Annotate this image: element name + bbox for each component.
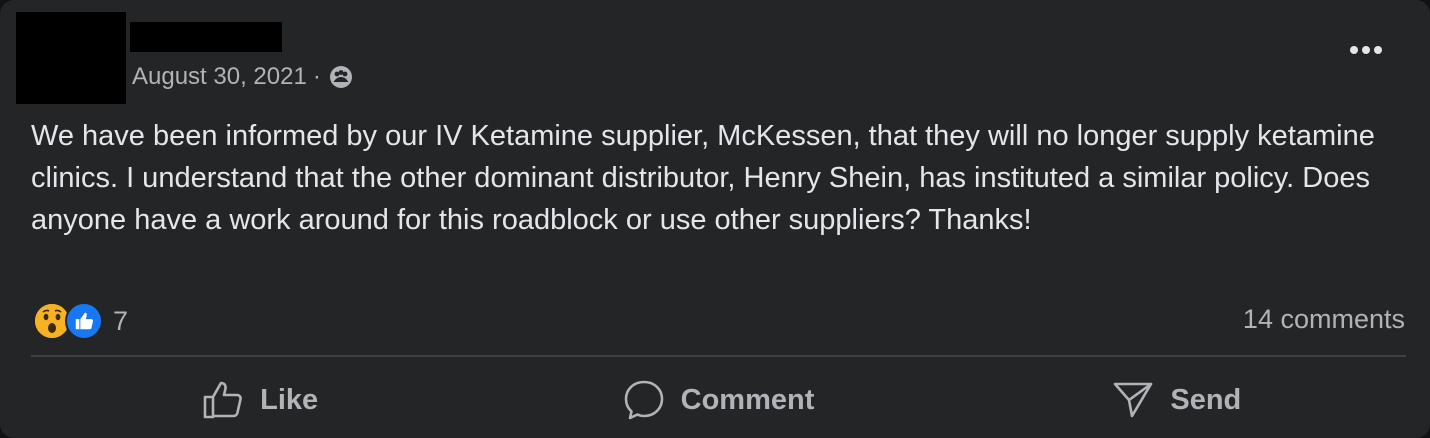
thumbs-up-icon [203,381,243,419]
reaction-count: 7 [113,305,129,336]
meta-separator: · [312,63,321,90]
comments-count-link[interactable]: 14 comments [1243,304,1405,335]
avatar[interactable] [16,12,126,104]
like-button[interactable]: Like [31,372,489,428]
comment-button[interactable]: Comment [489,372,947,428]
post-body-text: We have been informed by our IV Ketamine… [31,120,1375,236]
post-meta: August 30, 2021 · [132,62,353,92]
comment-bubble-icon [624,380,663,420]
send-icon [1114,382,1153,418]
send-label: Send [1170,383,1242,416]
author-name-redacted[interactable] [130,22,282,52]
comment-label: Comment [680,383,815,416]
post-card: August 30, 2021 · We have been informed … [0,0,1430,438]
group-audience-icon[interactable] [329,65,353,89]
reactions-summary[interactable]: 7 [33,302,128,340]
action-bar: Like Comment Send [31,372,1406,428]
more-options-icon [1350,46,1382,54]
like-label: Like [260,383,319,416]
send-button[interactable]: Send [948,372,1406,428]
post-date[interactable]: August 30, 2021 [132,63,307,91]
more-options-button[interactable] [1346,36,1386,64]
divider [31,355,1406,357]
like-reaction-icon [65,302,103,340]
